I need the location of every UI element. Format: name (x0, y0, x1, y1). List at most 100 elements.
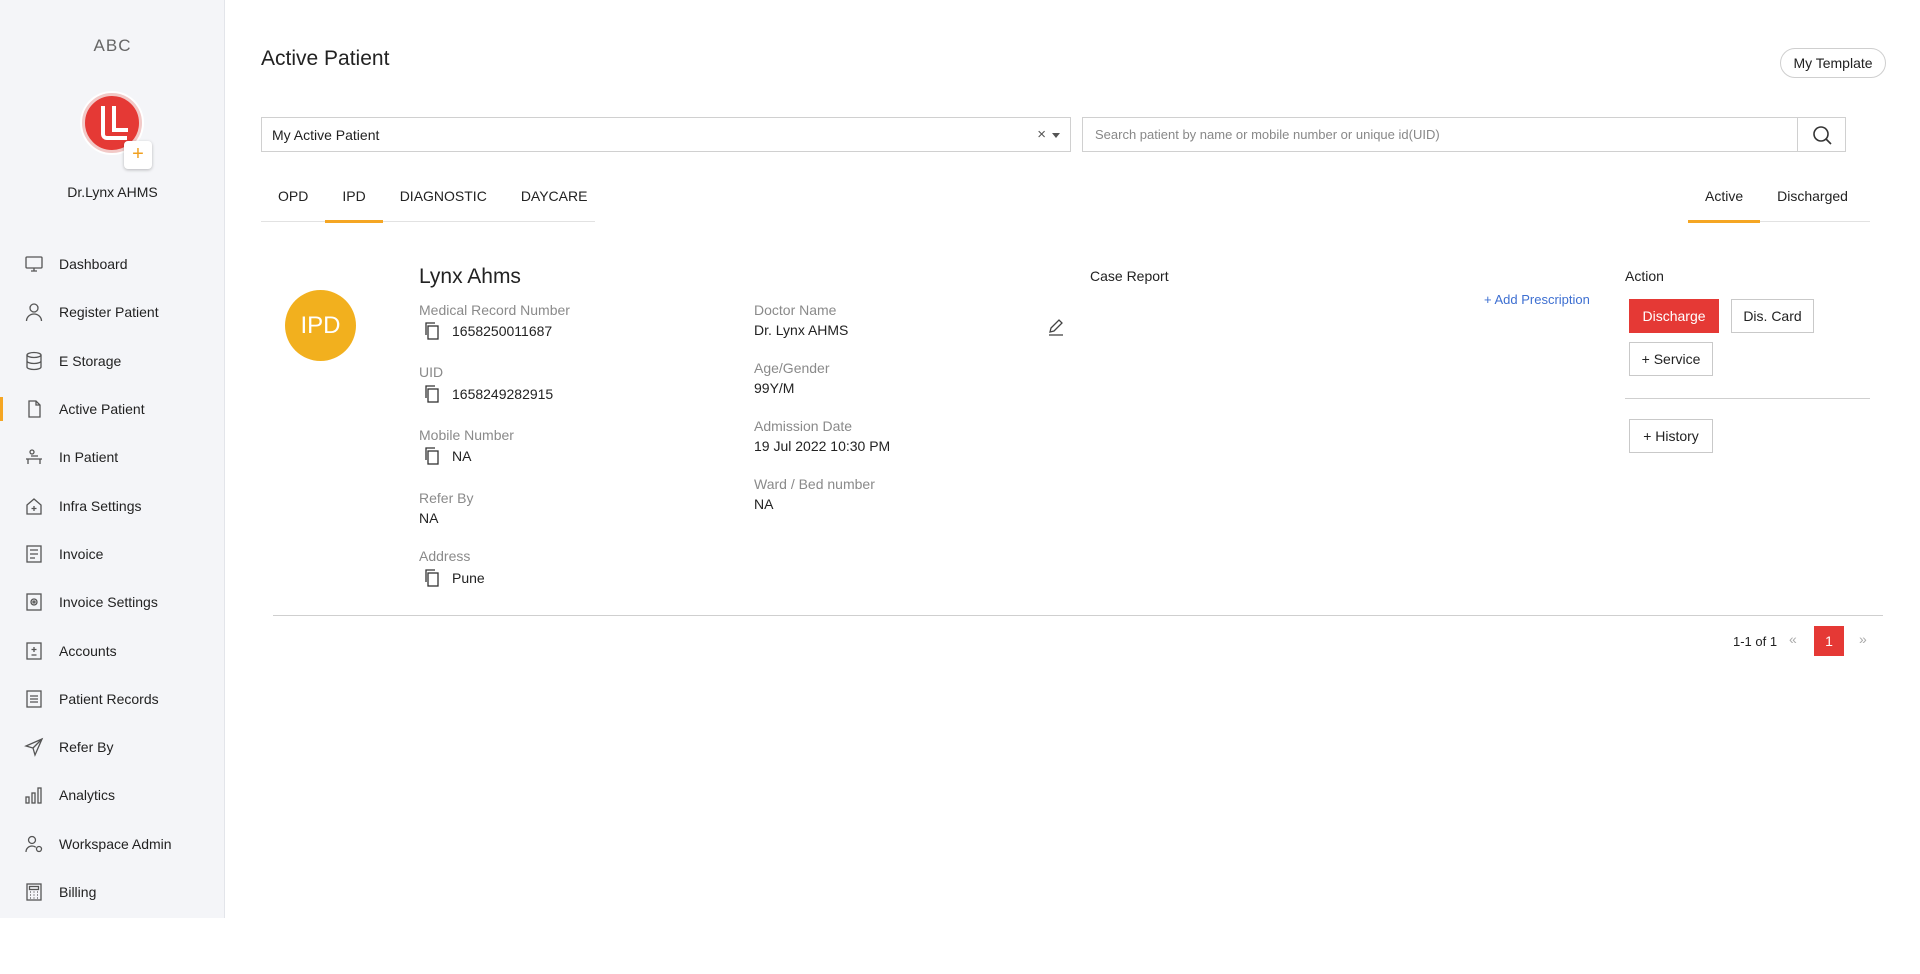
doctor-value: Dr. Lynx AHMS (754, 322, 849, 338)
card-divider (273, 615, 1883, 616)
sidebar-item-analytics[interactable]: Analytics (0, 771, 225, 819)
sidebar-item-label: E Storage (59, 352, 122, 369)
sidebar-nav: Dashboard Register Patient E Storage Act… (0, 240, 225, 916)
ward-label: Ward / Bed number (754, 476, 875, 492)
pagination-next[interactable]: » (1859, 631, 1867, 647)
database-icon (24, 351, 44, 371)
action-title: Action (1625, 268, 1664, 284)
add-prescription-link[interactable]: + Add Prescription (1484, 292, 1590, 307)
mobile-label: Mobile Number (419, 427, 514, 443)
copy-icon[interactable] (424, 322, 440, 340)
admission-label: Admission Date (754, 418, 853, 434)
file-icon (24, 399, 44, 419)
avatar-add-button[interactable]: + (124, 141, 152, 169)
sidebar-item-label: Accounts (59, 642, 117, 659)
pagination-prev[interactable]: « (1789, 631, 1797, 647)
bed-icon (24, 447, 44, 467)
patient-filter-select[interactable]: My Active Patient × (261, 117, 1071, 152)
pagination-page-1[interactable]: 1 (1814, 626, 1844, 656)
clear-icon[interactable]: × (1037, 126, 1046, 143)
send-icon (24, 737, 44, 758)
sidebar-item-refer-by[interactable]: Refer By (0, 723, 225, 771)
chevron-down-icon[interactable] (1052, 133, 1060, 138)
home-plus-icon (24, 496, 44, 516)
admin-user-icon (24, 834, 44, 854)
uid-text: 1658249282915 (452, 386, 554, 402)
search-input[interactable] (1083, 118, 1793, 151)
add-service-button[interactable]: + Service (1629, 342, 1713, 376)
calculator-icon (24, 882, 44, 902)
mrn-label: Medical Record Number (419, 302, 570, 318)
uid-label: UID (419, 364, 444, 380)
pagination-info: 1-1 of 1 (1733, 634, 1778, 649)
sidebar-item-label: Billing (59, 884, 97, 900)
tab-daycare[interactable]: DAYCARE (504, 182, 605, 222)
sidebar-item-patient-records[interactable]: Patient Records (0, 675, 225, 723)
sidebar-item-invoice-settings[interactable]: Invoice Settings (0, 578, 225, 626)
action-divider (1625, 398, 1870, 399)
invoice-settings-icon (24, 592, 44, 612)
bar-chart-icon (24, 785, 44, 805)
age-label: Age/Gender (754, 360, 830, 376)
sidebar-item-in-patient[interactable]: In Patient (0, 433, 225, 481)
sidebar: ABC + Dr.Lynx AHMS Dashboard Register Pa… (0, 0, 225, 918)
sidebar-item-accounts[interactable]: Accounts (0, 626, 225, 674)
sidebar-item-label: Refer By (59, 739, 114, 756)
mrn-text: 1658250011687 (452, 323, 553, 339)
edit-icon[interactable] (1046, 317, 1066, 337)
tab-ipd[interactable]: IPD (325, 182, 384, 223)
tab-diagnostic[interactable]: DIAGNOSTIC (383, 182, 504, 222)
brand-logo-icon (101, 106, 128, 140)
page-title: Active Patient (261, 47, 390, 70)
status-tabs: Active Discharged (1688, 182, 1870, 223)
discharge-button[interactable]: Discharge (1629, 299, 1719, 333)
sidebar-item-label: Invoice (59, 545, 104, 562)
sidebar-item-register-patient[interactable]: Register Patient (0, 288, 225, 336)
add-history-button[interactable]: + History (1629, 419, 1713, 453)
refer-value: NA (419, 510, 439, 526)
patient-type-tabs: OPD IPD DIAGNOSTIC DAYCARE (261, 182, 595, 223)
tab-opd[interactable]: OPD (261, 182, 325, 222)
tab-discharged[interactable]: Discharged (1760, 182, 1865, 222)
sidebar-item-invoice[interactable]: Invoice (0, 530, 225, 578)
sidebar-item-label: Active Patient (59, 401, 145, 418)
address-label: Address (419, 548, 471, 564)
my-template-button[interactable]: My Template (1780, 48, 1886, 78)
mobile-value: NA (424, 447, 471, 465)
accounts-icon (24, 641, 44, 661)
mrn-value: 1658250011687 (424, 322, 552, 340)
sidebar-item-label: Analytics (59, 787, 116, 804)
uid-value: 1658249282915 (424, 385, 553, 403)
sidebar-item-billing[interactable]: Billing (0, 868, 225, 916)
case-report-title: Case Report (1090, 268, 1169, 284)
address-text: Pune (452, 570, 485, 586)
records-icon (24, 689, 44, 709)
invoice-icon (24, 544, 44, 564)
refer-label: Refer By (419, 490, 474, 506)
sidebar-item-active-patient[interactable]: Active Patient (0, 385, 225, 433)
sidebar-item-label: Register Patient (59, 304, 159, 321)
search-button[interactable] (1797, 118, 1845, 151)
sidebar-item-infra-settings[interactable]: Infra Settings (0, 481, 225, 529)
sidebar-item-e-storage[interactable]: E Storage (0, 337, 225, 385)
sidebar-item-label: Invoice Settings (59, 594, 158, 611)
sidebar-item-workspace-admin[interactable]: Workspace Admin (0, 820, 225, 868)
ward-value: NA (754, 496, 774, 512)
search-icon (1812, 125, 1832, 145)
sidebar-item-label: Infra Settings (59, 497, 142, 514)
dis-card-button[interactable]: Dis. Card (1731, 299, 1814, 333)
tab-active[interactable]: Active (1688, 182, 1761, 223)
copy-icon[interactable] (424, 447, 440, 465)
copy-icon[interactable] (424, 569, 440, 587)
patient-type-badge: IPD (285, 290, 356, 361)
patient-name[interactable]: Lynx Ahms (419, 265, 521, 289)
admission-value: 19 Jul 2022 10:30 PM (754, 438, 891, 454)
copy-icon[interactable] (424, 385, 440, 403)
monitor-icon (24, 254, 44, 274)
sidebar-item-dashboard[interactable]: Dashboard (0, 240, 225, 288)
patient-search (1082, 117, 1846, 152)
doctor-label: Doctor Name (754, 302, 837, 318)
sidebar-item-label: Workspace Admin (59, 835, 172, 852)
patient-filter-value: My Active Patient (272, 126, 380, 143)
sidebar-item-label: Dashboard (59, 256, 128, 273)
